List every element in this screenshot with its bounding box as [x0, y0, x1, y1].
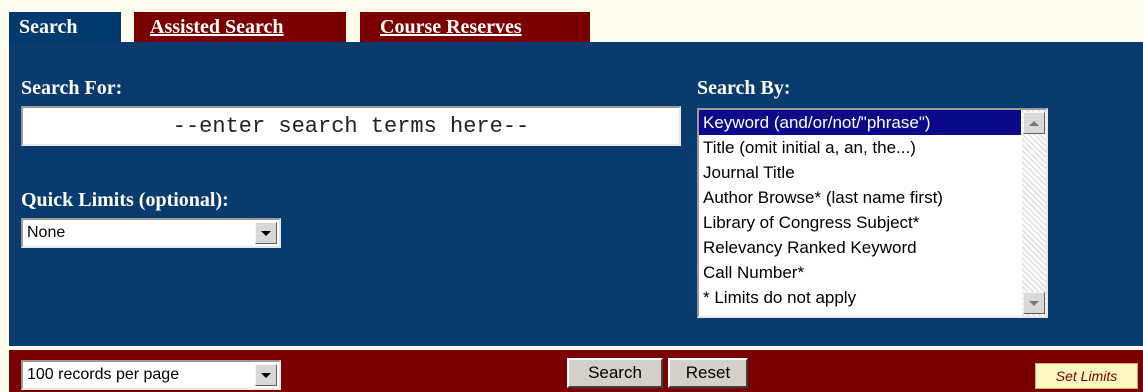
search-by-option-title[interactable]: Title (omit initial a, an, the...) [699, 135, 1021, 160]
scroll-down-icon[interactable] [1023, 292, 1045, 314]
search-by-option-keyword[interactable]: Keyword (and/or/not/"phrase") [699, 110, 1021, 135]
reset-button[interactable]: Reset [668, 358, 748, 388]
bottom-toolbar: 100 records per page Search Reset Set Li… [9, 350, 1143, 392]
quick-limits-select[interactable]: None [21, 218, 281, 248]
records-per-page-value: 100 records per page [27, 366, 180, 383]
search-by-option-author-browse[interactable]: Author Browse* (last name first) [699, 185, 1021, 210]
search-by-option-call-number[interactable]: Call Number* [699, 260, 1021, 285]
search-input[interactable] [21, 106, 681, 146]
search-by-label: Search By: [697, 77, 791, 99]
search-by-option-relevancy-keyword[interactable]: Relevancy Ranked Keyword [699, 235, 1021, 260]
tab-assisted-search[interactable]: Assisted Search [134, 12, 346, 42]
search-by-options: Keyword (and/or/not/"phrase") Title (omi… [699, 110, 1021, 310]
search-panel: Search For: Quick Limits (optional): Non… [9, 42, 1143, 346]
scroll-up-icon[interactable] [1023, 112, 1045, 134]
quick-limits-value: None [27, 224, 66, 241]
dropdown-arrow-icon[interactable] [255, 364, 277, 386]
search-by-option-journal-title[interactable]: Journal Title [699, 160, 1021, 185]
quick-limits-label: Quick Limits (optional): [21, 189, 229, 211]
search-by-option-lc-subject[interactable]: Library of Congress Subject* [699, 210, 1021, 235]
dropdown-arrow-icon[interactable] [255, 222, 277, 244]
records-per-page-select[interactable]: 100 records per page [21, 360, 281, 390]
search-for-label: Search For: [21, 77, 123, 99]
tab-search[interactable]: Search [9, 12, 121, 42]
set-limits-button[interactable]: Set Limits [1035, 363, 1138, 389]
catalog-search-page: Search Assisted Search Course Reserves S… [0, 0, 1143, 392]
search-by-option-limits-note[interactable]: * Limits do not apply [699, 285, 1021, 310]
tab-bar: Search Assisted Search Course Reserves [0, 0, 1143, 42]
search-button[interactable]: Search [567, 358, 663, 388]
tab-course-reserves[interactable]: Course Reserves [360, 12, 590, 42]
listbox-scrollbar[interactable] [1022, 110, 1046, 316]
search-by-listbox[interactable]: Keyword (and/or/not/"phrase") Title (omi… [697, 108, 1048, 318]
